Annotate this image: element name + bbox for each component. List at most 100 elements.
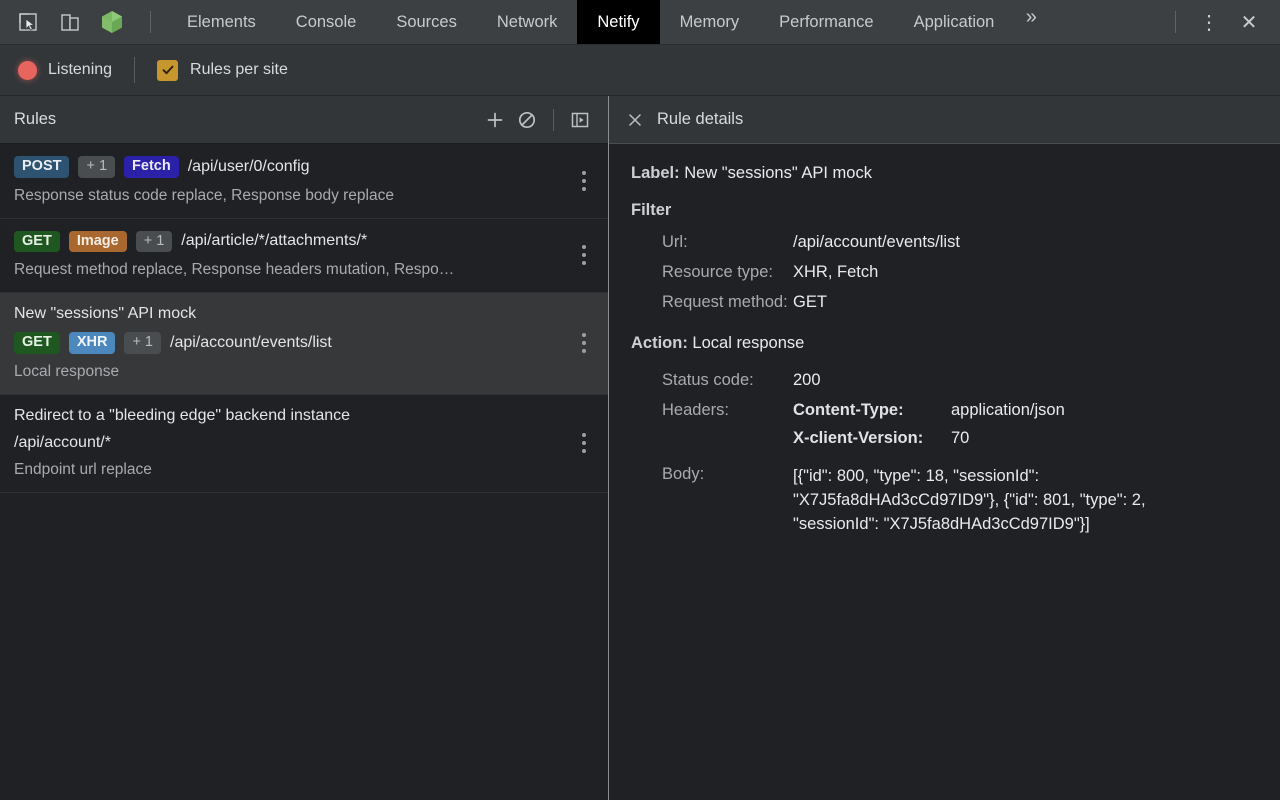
more-tabs-icon[interactable]: » (1014, 0, 1048, 34)
rules-title: Rules (14, 110, 57, 128)
rules-per-site-checkbox[interactable]: Rules per site (157, 59, 288, 81)
toolbar-divider (134, 57, 136, 83)
header-name: X-client-Version: (793, 429, 924, 447)
status-code-row: Status code: 200 (631, 371, 1258, 390)
filter-section: Filter Url: /api/account/events/list Res… (631, 201, 1258, 312)
action-section: Action: Local response Status code: 200 … (631, 334, 1258, 537)
rule-badges-line: /api/account/* (14, 434, 562, 452)
filter-resource-type-value: XHR, Fetch (793, 263, 879, 281)
tab-netify[interactable]: Netify (577, 0, 660, 44)
filter-url-row: Url: /api/account/events/list (631, 233, 1258, 252)
rules-header: Rules (0, 96, 608, 144)
status-code-value: 200 (793, 371, 821, 389)
netify-cube-logo (98, 8, 126, 36)
header-value: application/json (951, 401, 1065, 419)
header-row: X-client-Version: 70 (793, 429, 1065, 448)
close-icon[interactable] (627, 112, 643, 128)
rule-label: New "sessions" API mock (14, 305, 197, 322)
rule-menu-icon[interactable] (578, 241, 590, 269)
table-row[interactable]: POST + 1 Fetch /api/user/0/config Respon… (0, 144, 608, 219)
status-badge: GET (14, 230, 60, 252)
tab-memory[interactable]: Memory (660, 0, 760, 44)
status-badge: + 1 (124, 332, 161, 354)
tab-elements[interactable]: Elements (167, 0, 276, 44)
status-badge: + 1 (78, 156, 116, 178)
status-badge: Fetch (124, 156, 179, 178)
rule-details-title: Rule details (657, 110, 744, 128)
devtools-tabs: Elements Console Sources Network Netify … (167, 0, 1165, 44)
status-badge: GET (14, 332, 60, 354)
status-badge: POST (14, 156, 70, 178)
add-rule-button[interactable] (479, 104, 511, 136)
filter-request-method-key: Request method: (662, 293, 788, 311)
tab-network[interactable]: Network (477, 0, 578, 44)
rules-pane: Rules POST + 1 Fetch /api/user/0/config … (0, 96, 609, 800)
status-code-key: Status code: (662, 371, 754, 389)
rule-url: /api/account/* (14, 433, 111, 451)
body-row: Body: [{"id": 800, "type": 18, "sessionI… (631, 465, 1258, 537)
rules-header-divider (553, 108, 554, 131)
headers-table: Content-Type: application/json X-client-… (793, 401, 1065, 448)
record-dot-icon (18, 60, 37, 80)
netify-toolbar: Listening Rules per site (0, 45, 1280, 96)
rule-url: /api/account/events/list (170, 333, 332, 351)
toggle-details-panel-icon[interactable] (564, 104, 596, 136)
filter-request-method-row: Request method: GET (631, 293, 1258, 312)
filter-url-value: /api/account/events/list (793, 233, 960, 251)
table-row[interactable]: GET Image + 1 /api/article/*/attachments… (0, 219, 608, 293)
table-row[interactable]: Redirect to a "bleeding edge" backend in… (0, 395, 608, 493)
rule-label-key: Label: (631, 164, 680, 182)
rule-url: /api/article/*/attachments/* (181, 232, 368, 250)
rule-url: /api/user/0/config (187, 157, 310, 175)
rule-description: Response status code replace, Response b… (14, 186, 394, 204)
tab-performance[interactable]: Performance (759, 0, 893, 44)
block-circle-slash-icon[interactable] (511, 104, 543, 136)
devtools-window: Elements Console Sources Network Netify … (0, 0, 1280, 800)
action-line: Action: Local response (631, 334, 1258, 353)
headers-key: Headers: (662, 401, 729, 419)
body-key: Body: (662, 465, 705, 483)
rule-badges-line: GET XHR + 1 /api/account/events/list (14, 332, 562, 354)
rules-list: POST + 1 Fetch /api/user/0/config Respon… (0, 144, 608, 800)
rule-badges-line: GET Image + 1 /api/article/*/attachments… (14, 230, 562, 252)
inspect-cursor-icon[interactable] (14, 8, 42, 36)
rules-per-site-label: Rules per site (190, 61, 288, 78)
tab-application[interactable]: Application (894, 0, 1015, 44)
tab-console[interactable]: Console (276, 0, 377, 44)
header-name: Content-Type: (793, 401, 904, 419)
header-row: Content-Type: application/json (793, 401, 1065, 420)
status-badge: XHR (68, 332, 116, 354)
status-badge: Image (68, 230, 127, 252)
checkmark-icon (157, 59, 179, 81)
tabbar-divider (150, 11, 151, 33)
close-devtools-icon[interactable]: ✕ (1232, 5, 1266, 39)
rule-menu-icon[interactable] (578, 329, 590, 357)
table-row[interactable]: New "sessions" API mock GET XHR + 1 /api… (0, 293, 608, 395)
rule-description: Local response (14, 362, 120, 380)
rule-menu-icon[interactable] (578, 167, 590, 195)
body-value: [{"id": 800, "type": 18, "sessionId": "X… (793, 467, 1146, 533)
tabbar-right-divider (1175, 11, 1176, 33)
filter-resource-type-key: Resource type: (662, 263, 773, 281)
rule-details-body: Label: New "sessions" API mock Filter Ur… (609, 144, 1280, 800)
rule-menu-icon[interactable] (578, 429, 590, 457)
rule-description: Request method replace, Response headers… (14, 261, 455, 278)
filter-request-method-value: GET (793, 293, 827, 311)
tabbar-left-icons (0, 0, 167, 44)
rule-label: Redirect to a "bleeding edge" backend in… (14, 406, 351, 424)
devtools-menu-icon[interactable]: ⋮ (1192, 5, 1226, 39)
rule-label-value: New "sessions" API mock (684, 164, 872, 182)
listening-toggle[interactable]: Listening (18, 60, 112, 80)
rule-description: Endpoint url replace (14, 460, 152, 478)
tabbar-right-icons: ⋮ ✕ (1165, 0, 1280, 44)
device-toolbar-icon[interactable] (56, 8, 84, 36)
status-badge: + 1 (135, 230, 173, 252)
rule-details-header: Rule details (609, 96, 1280, 144)
action-key: Action: (631, 334, 688, 352)
main-split: Rules POST + 1 Fetch /api/user/0/config … (0, 96, 1280, 800)
tab-sources[interactable]: Sources (376, 0, 477, 44)
filter-url-key: Url: (662, 233, 688, 251)
filter-section-title: Filter (631, 201, 672, 219)
filter-resource-type-row: Resource type: XHR, Fetch (631, 263, 1258, 282)
rule-label-line: Label: New "sessions" API mock (631, 164, 1258, 183)
